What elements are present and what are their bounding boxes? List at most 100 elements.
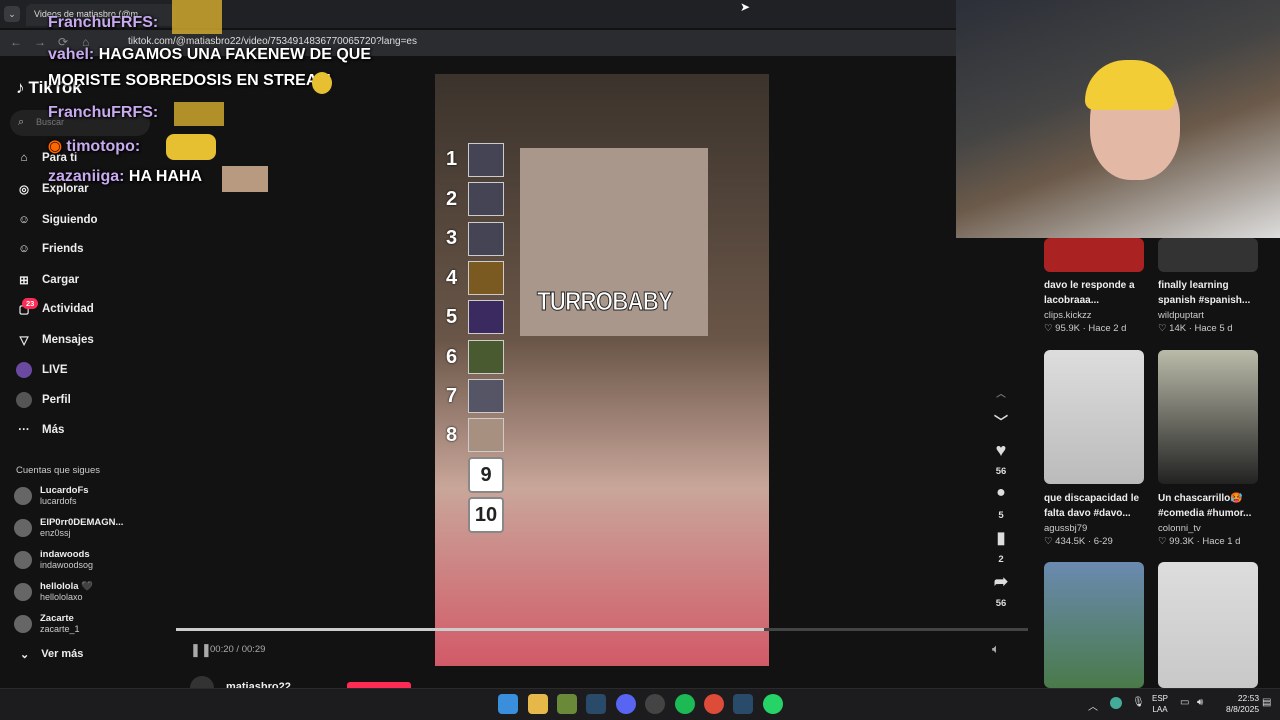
chat-emote: [172, 0, 222, 34]
rank-number: 3: [446, 227, 458, 249]
rank-thumbnail: [468, 261, 504, 295]
tiktok-note-icon: ♪: [16, 78, 25, 97]
rank-thumbnail: [468, 143, 504, 177]
chevron-down-icon: ⌄: [20, 649, 30, 661]
see-more-button[interactable]: ⌄ Ver más: [20, 648, 83, 661]
following-item[interactable]: indawoods indawoodsog: [14, 549, 93, 570]
tray-app-icon[interactable]: [1110, 697, 1122, 709]
chat-emote: [312, 72, 332, 94]
activity-badge: 23: [22, 298, 39, 309]
like-icon[interactable]: ♥: [988, 440, 1014, 461]
rec-meta: ♡ 434.5K · 6-29: [1044, 536, 1113, 547]
video-overlay-text: TURROBABY: [537, 286, 674, 317]
nav-mas[interactable]: ··· Más: [16, 422, 64, 438]
home-icon: ⌂: [20, 152, 28, 164]
rec-author[interactable]: wildpuptart: [1158, 310, 1204, 321]
rec-thumbnail[interactable]: [1044, 350, 1144, 484]
rank-thumbnail: [468, 340, 504, 374]
microphone-icon[interactable]: 🎙︎: [1132, 697, 1145, 708]
saves-count: 2: [998, 554, 1004, 565]
rank-number: 6: [446, 346, 458, 368]
following-icon: ☺: [18, 214, 30, 226]
rec-thumbnail[interactable]: [1044, 238, 1144, 272]
chrome-icon[interactable]: [704, 694, 724, 714]
rec-meta: ♡ 95.9K · Hace 2 d: [1044, 323, 1127, 334]
shares-count: 56: [995, 598, 1007, 609]
volume-icon[interactable]: 🔈︎: [992, 641, 1000, 657]
tray-chevron-icon[interactable]: ︿: [1088, 698, 1098, 713]
rec-author[interactable]: colonni_tv: [1158, 523, 1201, 534]
steam-icon[interactable]: [733, 694, 753, 714]
author-name[interactable]: matiasbro22: [226, 680, 291, 688]
rec-title[interactable]: Un chascarrillo🥵 #comedia #humor...: [1158, 491, 1268, 521]
nav-siguiendo[interactable]: ☺ Siguiendo: [16, 212, 97, 228]
spotify-icon[interactable]: [675, 694, 695, 714]
discord-icon[interactable]: [616, 694, 636, 714]
rec-title[interactable]: que discapacidad le falta davo #davo...: [1044, 491, 1154, 521]
rec-title[interactable]: davo le responde a lacobraaa...: [1044, 278, 1154, 308]
rank-thumbnail: [468, 222, 504, 256]
rec-thumbnail[interactable]: [1158, 562, 1258, 688]
avatar: [14, 518, 32, 537]
comment-icon[interactable]: ●: [988, 484, 1014, 502]
clock[interactable]: 22:53 8/8/2025: [1226, 693, 1259, 715]
rank-number: 2: [446, 188, 458, 210]
pause-icon[interactable]: ❚❚: [190, 642, 212, 658]
volume-tray-icon[interactable]: 🔊︎: [1197, 697, 1203, 708]
obs-icon[interactable]: [645, 694, 665, 714]
rank-number: 8: [446, 424, 458, 446]
comments-count: 5: [998, 510, 1004, 521]
rec-thumbnail[interactable]: [1044, 562, 1144, 688]
search-icon: ⌕: [18, 116, 25, 128]
nav-cargar[interactable]: ⊞ Cargar: [16, 272, 79, 288]
chevron-up-icon[interactable]: ︿: [988, 386, 1014, 400]
following-item[interactable]: hellolola 🖤 hellololaxo: [14, 581, 93, 602]
upload-icon: ⊞: [19, 275, 29, 287]
following-item[interactable]: ElP0rr0DEMAGN... enz0ssj: [14, 517, 123, 538]
windows-start-icon[interactable]: [498, 694, 518, 714]
nav-mensajes[interactable]: ▽ Mensajes: [16, 332, 94, 348]
rec-title[interactable]: finally learning spanish #spanish...: [1158, 278, 1268, 308]
network-icon[interactable]: ▭: [1180, 697, 1189, 708]
rec-author[interactable]: agussbj79: [1044, 523, 1087, 534]
minecraft-icon[interactable]: [557, 694, 577, 714]
following-item[interactable]: Zacarte zacarte_1: [14, 613, 80, 634]
forward-icon[interactable]: →: [34, 35, 46, 49]
avatar: [14, 614, 32, 633]
rank-box: 10: [468, 497, 504, 533]
avatar: [14, 550, 32, 569]
whatsapp-icon[interactable]: [763, 694, 783, 714]
back-icon[interactable]: ←: [10, 35, 22, 49]
rank-thumbnail: [468, 418, 504, 452]
language-indicator[interactable]: ESP LAA: [1152, 693, 1168, 715]
messages-icon: ▽: [19, 335, 29, 347]
rank-thumbnail: [468, 379, 504, 413]
chat-emote: [222, 166, 268, 192]
chevron-down-icon[interactable]: ﹀: [988, 412, 1014, 432]
rank-number: 4: [446, 267, 458, 289]
bookmark-icon[interactable]: ▮: [988, 528, 1014, 548]
file-explorer-icon[interactable]: [528, 694, 548, 714]
chat-emote: [174, 102, 224, 126]
rank-number: 7: [446, 385, 458, 407]
rec-author[interactable]: clips.kickzz: [1044, 310, 1092, 321]
chat-message: ◉ timotopo:: [48, 138, 141, 155]
steam-icon[interactable]: [586, 694, 606, 714]
rec-thumbnail[interactable]: [1158, 238, 1258, 272]
video-time: 00:20 / 00:29: [210, 644, 266, 655]
rank-thumbnail: [468, 300, 504, 334]
tab-menu-button[interactable]: ⌄: [4, 6, 20, 22]
chat-message: FranchuFRFS:: [48, 14, 159, 31]
friends-icon: ☺: [18, 243, 30, 255]
chat-message: vahel: HAGAMOS UNA FAKENEW DE QUE: [48, 46, 372, 63]
rank-box: 9: [468, 457, 504, 493]
rec-thumbnail[interactable]: [1158, 350, 1258, 484]
nav-perfil[interactable]: Perfil: [16, 392, 71, 408]
notification-icon[interactable]: ▤: [1262, 697, 1271, 708]
nav-live[interactable]: LIVE: [16, 362, 68, 378]
live-icon: [16, 362, 32, 378]
following-item[interactable]: LucardoFs lucardofs: [14, 485, 89, 506]
nav-friends[interactable]: ☺ Friends: [16, 241, 83, 257]
share-icon[interactable]: ➦: [988, 572, 1014, 592]
rec-meta: ♡ 14K · Hace 5 d: [1158, 323, 1233, 334]
